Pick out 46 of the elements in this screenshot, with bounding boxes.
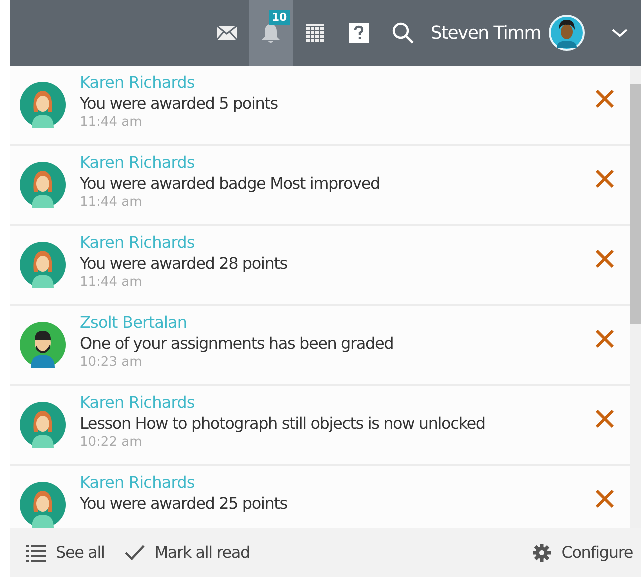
close-icon	[594, 408, 616, 430]
avatar-icon	[20, 242, 66, 288]
list-icon	[26, 544, 46, 562]
mail-icon	[216, 25, 238, 41]
bell-icon	[260, 22, 281, 44]
count-badge: 10	[268, 10, 290, 25]
chevron-down-icon[interactable]	[611, 27, 629, 39]
notification-message: Lesson How to photograph still objects is now unlocked	[80, 413, 486, 434]
gear-icon	[532, 542, 552, 562]
dismiss-button[interactable]	[594, 328, 616, 350]
search-icon	[392, 22, 414, 44]
configure-button[interactable]: Configure	[532, 542, 633, 562]
notification-time: 10:23 am	[80, 354, 144, 372]
notification-time: 11:44 am	[80, 194, 144, 212]
calendar-icon	[304, 23, 325, 43]
close-icon	[594, 328, 616, 350]
avatar-icon	[20, 322, 66, 368]
close-icon	[594, 168, 616, 190]
user-name[interactable]: Steven Timm	[430, 22, 541, 44]
checkmark-icon	[124, 544, 145, 560]
notification-message: You were awarded 28 points	[80, 253, 288, 274]
notification-message: You were awarded 25 points	[80, 493, 288, 514]
avatar-icon	[20, 162, 66, 208]
notification-message: One of your assignments has been graded	[80, 333, 395, 354]
close-icon	[594, 88, 616, 110]
see-all-button[interactable]: See all	[26, 543, 105, 562]
avatar-icon	[20, 402, 66, 448]
avatar-icon	[20, 82, 66, 128]
scrollbar[interactable]	[630, 66, 641, 528]
close-icon	[594, 488, 616, 510]
dismiss-button[interactable]	[594, 168, 616, 190]
notification-time: 10:22 am	[80, 434, 144, 452]
avatar-icon	[20, 482, 66, 528]
dismiss-button[interactable]	[594, 88, 616, 110]
scrollbar-thumb[interactable]	[630, 84, 641, 324]
dismiss-button[interactable]	[594, 248, 616, 270]
notification-message: You were awarded 5 points	[80, 93, 279, 114]
notification-message: You were awarded badge Most improved	[80, 173, 381, 194]
mark-all-read-button[interactable]: Mark all read	[124, 543, 250, 562]
notification-time: 11:44 am	[80, 114, 144, 132]
close-icon	[594, 248, 616, 270]
help-icon	[348, 23, 369, 43]
dismiss-button[interactable]	[594, 488, 616, 510]
notification-time: 11:44 am	[80, 274, 144, 292]
avatar-icon[interactable]	[549, 15, 585, 51]
dismiss-button[interactable]	[594, 408, 616, 430]
